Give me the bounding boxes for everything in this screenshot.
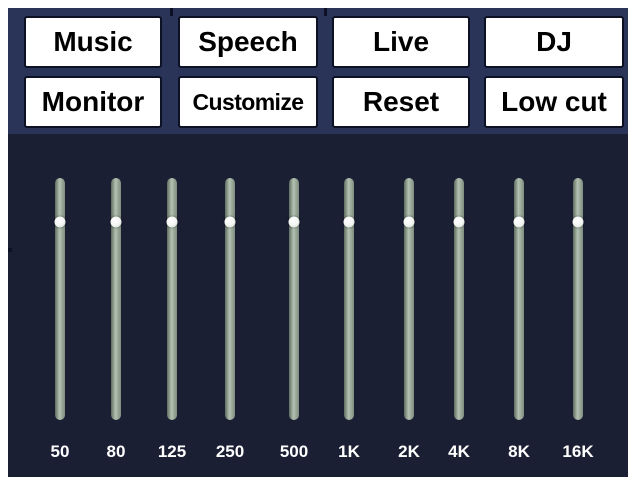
eq-band-125: 125 xyxy=(142,140,202,477)
eq-band-4k: 4K xyxy=(429,140,489,477)
eq-screen: Music Speech Live DJ Monitor Customize R… xyxy=(8,8,628,477)
band-slider-track[interactable] xyxy=(166,178,178,420)
band-slider-track[interactable] xyxy=(288,178,300,420)
band-slider-track[interactable] xyxy=(453,178,465,420)
band-slider-thumb[interactable] xyxy=(572,216,584,228)
eq-band-1k: 1K xyxy=(319,140,379,477)
preset-button-panel: Music Speech Live DJ Monitor Customize R… xyxy=(8,8,628,134)
customize-preset-button[interactable]: Customize xyxy=(178,76,318,128)
band-slider-track[interactable] xyxy=(54,178,66,420)
band-frequency-label: 125 xyxy=(157,442,187,461)
low-cut-button[interactable]: Low cut xyxy=(484,76,624,128)
equalizer-panel: 50 80 125 250 500 1K 2K 4K 8K 16K xyxy=(8,140,628,477)
band-frequency-label: 80 xyxy=(106,442,126,461)
band-frequency-label: 50 xyxy=(50,442,70,461)
panel-divider-mark xyxy=(324,8,327,16)
band-slider-thumb[interactable] xyxy=(110,216,122,228)
eq-band-80: 80 xyxy=(86,140,146,477)
band-slider-track[interactable] xyxy=(224,178,236,420)
panel-divider-mark xyxy=(170,8,173,16)
eq-band-50: 50 xyxy=(30,140,90,477)
band-frequency-label: 500 xyxy=(279,442,309,461)
band-slider-thumb[interactable] xyxy=(513,216,525,228)
eq-band-16k: 16K xyxy=(548,140,608,477)
band-frequency-label: 250 xyxy=(215,442,245,461)
band-slider-track[interactable] xyxy=(110,178,122,420)
band-slider-thumb[interactable] xyxy=(453,216,465,228)
band-frequency-label: 16K xyxy=(562,442,594,461)
band-slider-track[interactable] xyxy=(343,178,355,420)
band-frequency-label: 8K xyxy=(508,442,530,461)
band-slider-thumb[interactable] xyxy=(54,216,66,228)
band-slider-thumb[interactable] xyxy=(403,216,415,228)
eq-band-500: 500 xyxy=(264,140,324,477)
eq-band-250: 250 xyxy=(200,140,260,477)
band-slider-track[interactable] xyxy=(572,178,584,420)
eq-band-8k: 8K xyxy=(489,140,549,477)
live-preset-button[interactable]: Live xyxy=(332,16,470,68)
dj-preset-button[interactable]: DJ xyxy=(484,16,624,68)
band-slider-track[interactable] xyxy=(403,178,415,420)
band-slider-thumb[interactable] xyxy=(288,216,300,228)
band-slider-track[interactable] xyxy=(513,178,525,420)
band-frequency-label: 4K xyxy=(448,442,470,461)
reset-button[interactable]: Reset xyxy=(332,76,470,128)
band-slider-thumb[interactable] xyxy=(166,216,178,228)
music-preset-button[interactable]: Music xyxy=(24,16,162,68)
speech-preset-button[interactable]: Speech xyxy=(178,16,318,68)
band-slider-thumb[interactable] xyxy=(343,216,355,228)
band-frequency-label: 1K xyxy=(338,442,360,461)
band-slider-thumb[interactable] xyxy=(224,216,236,228)
monitor-preset-button[interactable]: Monitor xyxy=(24,76,162,128)
